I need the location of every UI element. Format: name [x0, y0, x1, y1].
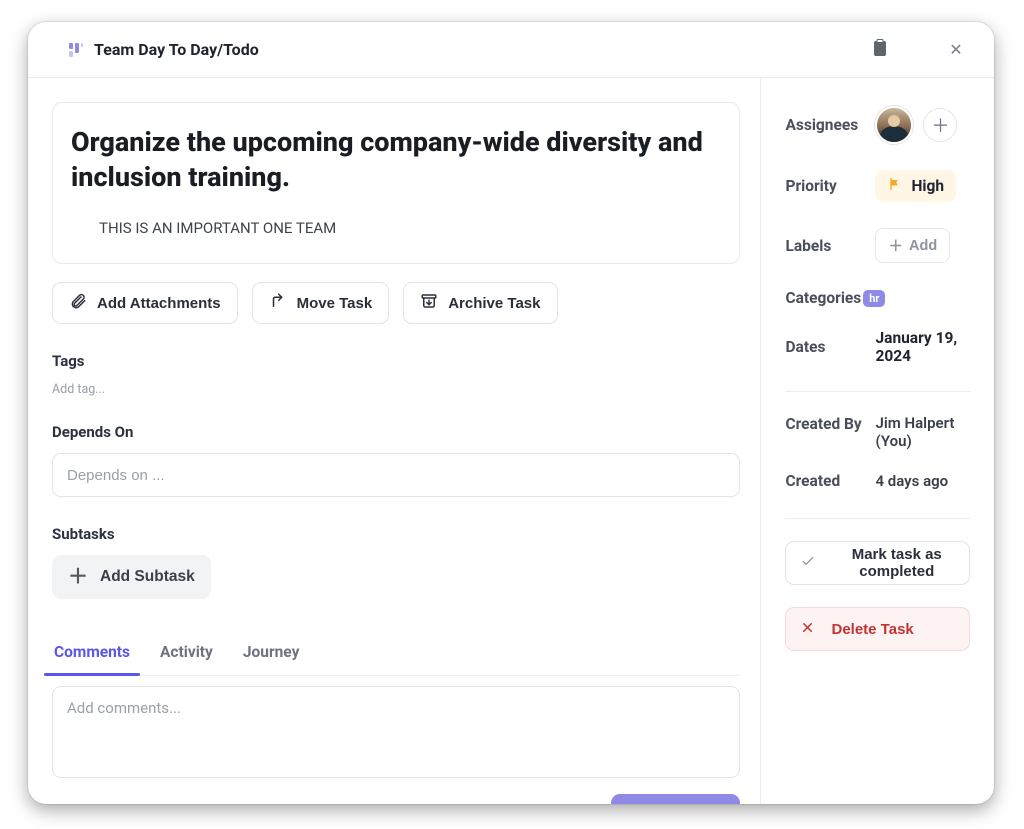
mark-complete-button[interactable]: Mark task as completed [785, 541, 970, 585]
close-icon: ✕ [949, 40, 962, 59]
add-tag-input[interactable]: Add tag... [52, 382, 740, 397]
priority-value: High [911, 177, 944, 195]
modal-header: Team Day To Day/Todo ✕ [28, 22, 994, 78]
task-title-block: Organize the upcoming company-wide diver… [52, 102, 740, 264]
priority-pill[interactable]: High [875, 170, 956, 202]
button-label: Delete Task [831, 621, 913, 638]
assignees-label: Assignees [785, 116, 875, 134]
created-value: 4 days ago [875, 472, 948, 490]
dates-value[interactable]: January 19, 2024 [875, 329, 970, 365]
created-by-value: Jim Halpert (You) [875, 414, 970, 450]
task-modal: Team Day To Day/Todo ✕ Organize the upco… [28, 22, 994, 804]
tab-journey[interactable]: Journey [241, 635, 302, 675]
button-label: Add [909, 238, 937, 254]
plus-icon: ＋ [68, 567, 88, 587]
depends-on-input[interactable] [52, 453, 740, 497]
archive-task-button[interactable]: Archive Task [403, 282, 557, 324]
board-icon [68, 42, 84, 58]
subtasks-label: Subtasks [52, 525, 740, 543]
task-description[interactable]: THIS IS AN IMPORTANT ONE TEAM [63, 219, 721, 237]
sidebar: Assignees ＋ Priority High [761, 78, 994, 804]
flag-icon [887, 176, 903, 196]
add-label-button[interactable]: ＋ Add [875, 228, 950, 263]
priority-label: Priority [785, 177, 875, 195]
tabs: Comments Activity Journey [52, 635, 740, 676]
dates-label: Dates [785, 338, 875, 356]
labels-label: Labels [785, 237, 875, 255]
button-label: Add Attachments [97, 295, 221, 312]
archive-icon [420, 292, 438, 314]
task-title[interactable]: Organize the upcoming company-wide diver… [63, 125, 721, 195]
comment-input[interactable] [52, 686, 740, 778]
button-label: Move Task [297, 295, 373, 312]
categories-row: Categories hr [785, 289, 970, 307]
button-label: Add Subtask [100, 568, 195, 586]
add-attachments-button[interactable]: Add Attachments [52, 282, 238, 324]
action-row: Add Attachments Move Task [52, 282, 740, 324]
breadcrumb-text: Team Day To Day/Todo [94, 40, 259, 59]
assignee-avatar[interactable] [875, 106, 913, 144]
created-by-row: Created By Jim Halpert (You) [785, 414, 970, 450]
tab-activity[interactable]: Activity [158, 635, 215, 675]
breadcrumb[interactable]: Team Day To Day/Todo [68, 40, 259, 59]
divider [785, 391, 970, 392]
check-icon [800, 553, 816, 573]
paperclip-icon [69, 292, 87, 314]
created-row: Created 4 days ago [785, 472, 970, 490]
button-label: Archive Task [448, 295, 540, 312]
clipboard-icon [872, 39, 888, 61]
labels-row: Labels ＋ Add [785, 228, 970, 263]
created-label: Created [785, 472, 875, 490]
delete-task-button[interactable]: Delete Task [785, 607, 970, 651]
tab-comments[interactable]: Comments [52, 635, 132, 675]
plus-icon: ＋ [888, 235, 903, 256]
created-by-label: Created By [785, 414, 875, 434]
main-column: Organize the upcoming company-wide diver… [28, 78, 761, 804]
move-icon [269, 292, 287, 314]
priority-row: Priority High [785, 170, 970, 202]
plus-icon: ＋ [931, 112, 949, 138]
tags-label: Tags [52, 352, 740, 370]
comment-submit-button[interactable]: Comment [611, 794, 740, 804]
button-label: Mark task as completed [838, 546, 955, 580]
move-task-button[interactable]: Move Task [252, 282, 390, 324]
close-button[interactable]: ✕ [942, 36, 970, 64]
add-assignee-button[interactable]: ＋ [923, 108, 957, 142]
clipboard-button[interactable] [866, 36, 894, 64]
add-subtask-button[interactable]: ＋ Add Subtask [52, 555, 211, 599]
dates-row: Dates January 19, 2024 [785, 329, 970, 365]
depends-on-label: Depends On [52, 423, 740, 441]
close-icon [800, 620, 815, 639]
categories-label: Categories [785, 289, 861, 307]
assignees-row: Assignees ＋ [785, 106, 970, 144]
category-chip[interactable]: hr [863, 290, 885, 307]
divider [785, 518, 970, 519]
